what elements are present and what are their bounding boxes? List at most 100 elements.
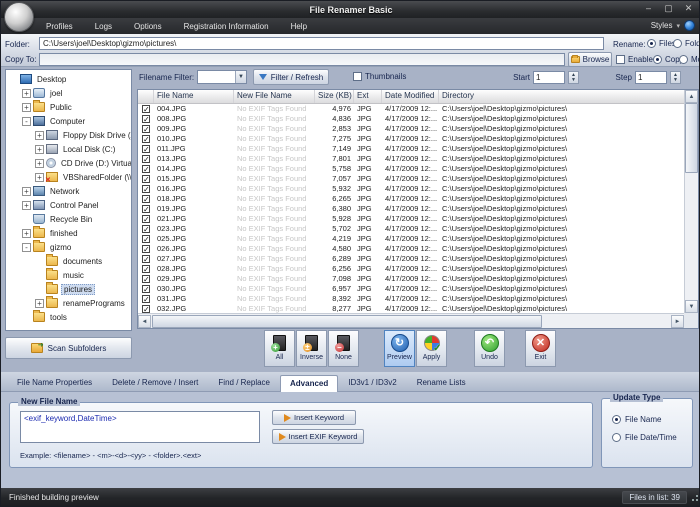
- table-row[interactable]: ✓013.JPGNo EXIF Tags Found7,801JPG4/17/2…: [138, 154, 684, 164]
- table-row[interactable]: ✓015.JPGNo EXIF Tags Found7,057JPG4/17/2…: [138, 174, 684, 184]
- table-row[interactable]: ✓009.JPGNo EXIF Tags Found2,853JPG4/17/2…: [138, 124, 684, 134]
- browse-button[interactable]: Browse: [568, 52, 612, 67]
- apply-button[interactable]: Apply: [416, 330, 447, 367]
- folder-input[interactable]: [39, 37, 604, 50]
- column-checkbox[interactable]: [138, 90, 154, 103]
- undo-button[interactable]: ↶Undo: [474, 330, 505, 367]
- table-row[interactable]: ✓029.JPGNo EXIF Tags Found7,098JPG4/17/2…: [138, 274, 684, 284]
- thumbnails-checkbox[interactable]: Thumbnails: [353, 72, 406, 81]
- tab-find-replace[interactable]: Find / Replace: [208, 374, 280, 391]
- insert-keyword-button[interactable]: Insert Keyword: [272, 410, 356, 425]
- tab-id3v1-id3v2[interactable]: ID3v1 / ID3v2: [338, 374, 406, 391]
- tree-item-tools[interactable]: tools: [6, 310, 131, 324]
- horizontal-scrollbar[interactable]: ◄ ►: [138, 313, 684, 328]
- help-globe-icon[interactable]: [684, 20, 695, 31]
- checked-checkbox-icon[interactable]: ✓: [142, 135, 150, 143]
- expand-icon[interactable]: +: [35, 299, 44, 308]
- column-new-file-name[interactable]: New File Name: [234, 90, 315, 103]
- checked-checkbox-icon[interactable]: ✓: [142, 275, 150, 283]
- filename-filter-combo[interactable]: ▼: [197, 70, 247, 84]
- checked-checkbox-icon[interactable]: ✓: [142, 225, 150, 233]
- collapse-icon[interactable]: -: [22, 243, 31, 252]
- rename-folders-radio[interactable]: Folders: [673, 39, 700, 48]
- tree-item-renameprograms[interactable]: +renamePrograms: [6, 296, 131, 310]
- inverse-button[interactable]: ±Inverse: [296, 330, 327, 367]
- table-row[interactable]: ✓016.JPGNo EXIF Tags Found5,932JPG4/17/2…: [138, 184, 684, 194]
- collapse-icon[interactable]: -: [22, 117, 31, 126]
- table-row[interactable]: ✓027.JPGNo EXIF Tags Found6,289JPG4/17/2…: [138, 254, 684, 264]
- tree-item-music[interactable]: music: [6, 268, 131, 282]
- checked-checkbox-icon[interactable]: ✓: [142, 175, 150, 183]
- checked-checkbox-icon[interactable]: ✓: [142, 155, 150, 163]
- tree-item-recycle-bin[interactable]: Recycle Bin: [6, 212, 131, 226]
- tree-item-network[interactable]: +Network: [6, 184, 131, 198]
- minimize-button[interactable]: –: [642, 3, 655, 14]
- checked-checkbox-icon[interactable]: ✓: [142, 215, 150, 223]
- update-file-name-radio[interactable]: File Name: [612, 415, 661, 424]
- checked-checkbox-icon[interactable]: ✓: [142, 205, 150, 213]
- tree-item-vbsharedfolder-vboxsvr-2[interactable]: +VBSharedFolder (\\vboxsvr) (2: [6, 170, 131, 184]
- column-directory[interactable]: Directory: [439, 90, 684, 103]
- copyto-input[interactable]: [39, 53, 565, 66]
- scroll-up-icon[interactable]: ▲: [685, 90, 698, 103]
- checked-checkbox-icon[interactable]: ✓: [142, 295, 150, 303]
- table-row[interactable]: ✓011.JPGNo EXIF Tags Found7,149JPG4/17/2…: [138, 144, 684, 154]
- menu-item-profiles[interactable]: Profiles: [35, 20, 84, 33]
- column-ext[interactable]: Ext: [354, 90, 382, 103]
- preview-button[interactable]: ↻Preview: [384, 330, 415, 367]
- tree-item-documents[interactable]: documents: [6, 254, 131, 268]
- checked-checkbox-icon[interactable]: ✓: [142, 265, 150, 273]
- start-input[interactable]: [533, 71, 565, 84]
- checked-checkbox-icon[interactable]: ✓: [142, 195, 150, 203]
- scroll-right-icon[interactable]: ►: [671, 315, 684, 328]
- column-file-name[interactable]: File Name: [154, 90, 234, 103]
- table-row[interactable]: ✓026.JPGNo EXIF Tags Found4,580JPG4/17/2…: [138, 244, 684, 254]
- column-size[interactable]: Size (KB): [315, 90, 354, 103]
- checked-checkbox-icon[interactable]: ✓: [142, 255, 150, 263]
- expand-icon[interactable]: +: [22, 201, 31, 210]
- new-file-name-input[interactable]: <exif_keyword,DateTime>: [20, 411, 260, 443]
- expand-icon[interactable]: +: [35, 173, 44, 182]
- menu-item-options[interactable]: Options: [123, 20, 173, 33]
- step-input[interactable]: [635, 71, 667, 84]
- tab-delete-remove-insert[interactable]: Delete / Remove / Insert: [102, 374, 208, 391]
- checked-checkbox-icon[interactable]: ✓: [142, 115, 150, 123]
- tree-item-joel[interactable]: +joel: [6, 86, 131, 100]
- table-row[interactable]: ✓021.JPGNo EXIF Tags Found5,928JPG4/17/2…: [138, 214, 684, 224]
- checked-checkbox-icon[interactable]: ✓: [142, 105, 150, 113]
- expand-icon[interactable]: +: [35, 159, 44, 168]
- expand-icon[interactable]: +: [22, 229, 31, 238]
- tab-advanced[interactable]: Advanced: [280, 375, 338, 392]
- horizontal-scroll-thumb[interactable]: [152, 315, 542, 328]
- start-stepper[interactable]: ▲▼: [568, 71, 579, 84]
- table-row[interactable]: ✓014.JPGNo EXIF Tags Found5,758JPG4/17/2…: [138, 164, 684, 174]
- table-row[interactable]: ✓018.JPGNo EXIF Tags Found6,265JPG4/17/2…: [138, 194, 684, 204]
- step-stepper[interactable]: ▲▼: [670, 71, 681, 84]
- checked-checkbox-icon[interactable]: ✓: [142, 245, 150, 253]
- maximize-button[interactable]: ▢: [662, 3, 675, 14]
- scroll-down-icon[interactable]: ▼: [685, 300, 698, 313]
- none-button[interactable]: –None: [328, 330, 359, 367]
- update-file-datetime-radio[interactable]: File Date/Time: [612, 433, 677, 442]
- rename-files-radio[interactable]: Files: [647, 39, 676, 48]
- move-radio[interactable]: Move: [679, 55, 700, 64]
- enable-checkbox[interactable]: Enable: [616, 55, 653, 64]
- menu-item-help[interactable]: Help: [280, 20, 318, 33]
- vertical-scroll-thumb[interactable]: [685, 103, 698, 173]
- tree-item-computer[interactable]: -Computer: [6, 114, 131, 128]
- chevron-down-icon[interactable]: ▼: [235, 71, 246, 83]
- tree-item-gizmo[interactable]: -gizmo: [6, 240, 131, 254]
- expand-icon[interactable]: +: [35, 145, 44, 154]
- checked-checkbox-icon[interactable]: ✓: [142, 285, 150, 293]
- expand-icon[interactable]: +: [35, 131, 44, 140]
- tree-item-floppy-disk-drive-a[interactable]: +Floppy Disk Drive (A:): [6, 128, 131, 142]
- insert-exif-keyword-button[interactable]: Insert EXIF Keyword: [272, 429, 364, 444]
- chevron-down-icon[interactable]: ▾: [676, 22, 680, 30]
- styles-menu[interactable]: Styles: [651, 21, 673, 30]
- table-row[interactable]: ✓030.JPGNo EXIF Tags Found6,957JPG4/17/2…: [138, 284, 684, 294]
- tree-item-control-panel[interactable]: +Control Panel: [6, 198, 131, 212]
- checked-checkbox-icon[interactable]: ✓: [142, 125, 150, 133]
- tree-item-desktop[interactable]: Desktop: [6, 72, 131, 86]
- table-row[interactable]: ✓025.JPGNo EXIF Tags Found4,219JPG4/17/2…: [138, 234, 684, 244]
- menu-item-registration-information[interactable]: Registration Information: [173, 20, 280, 33]
